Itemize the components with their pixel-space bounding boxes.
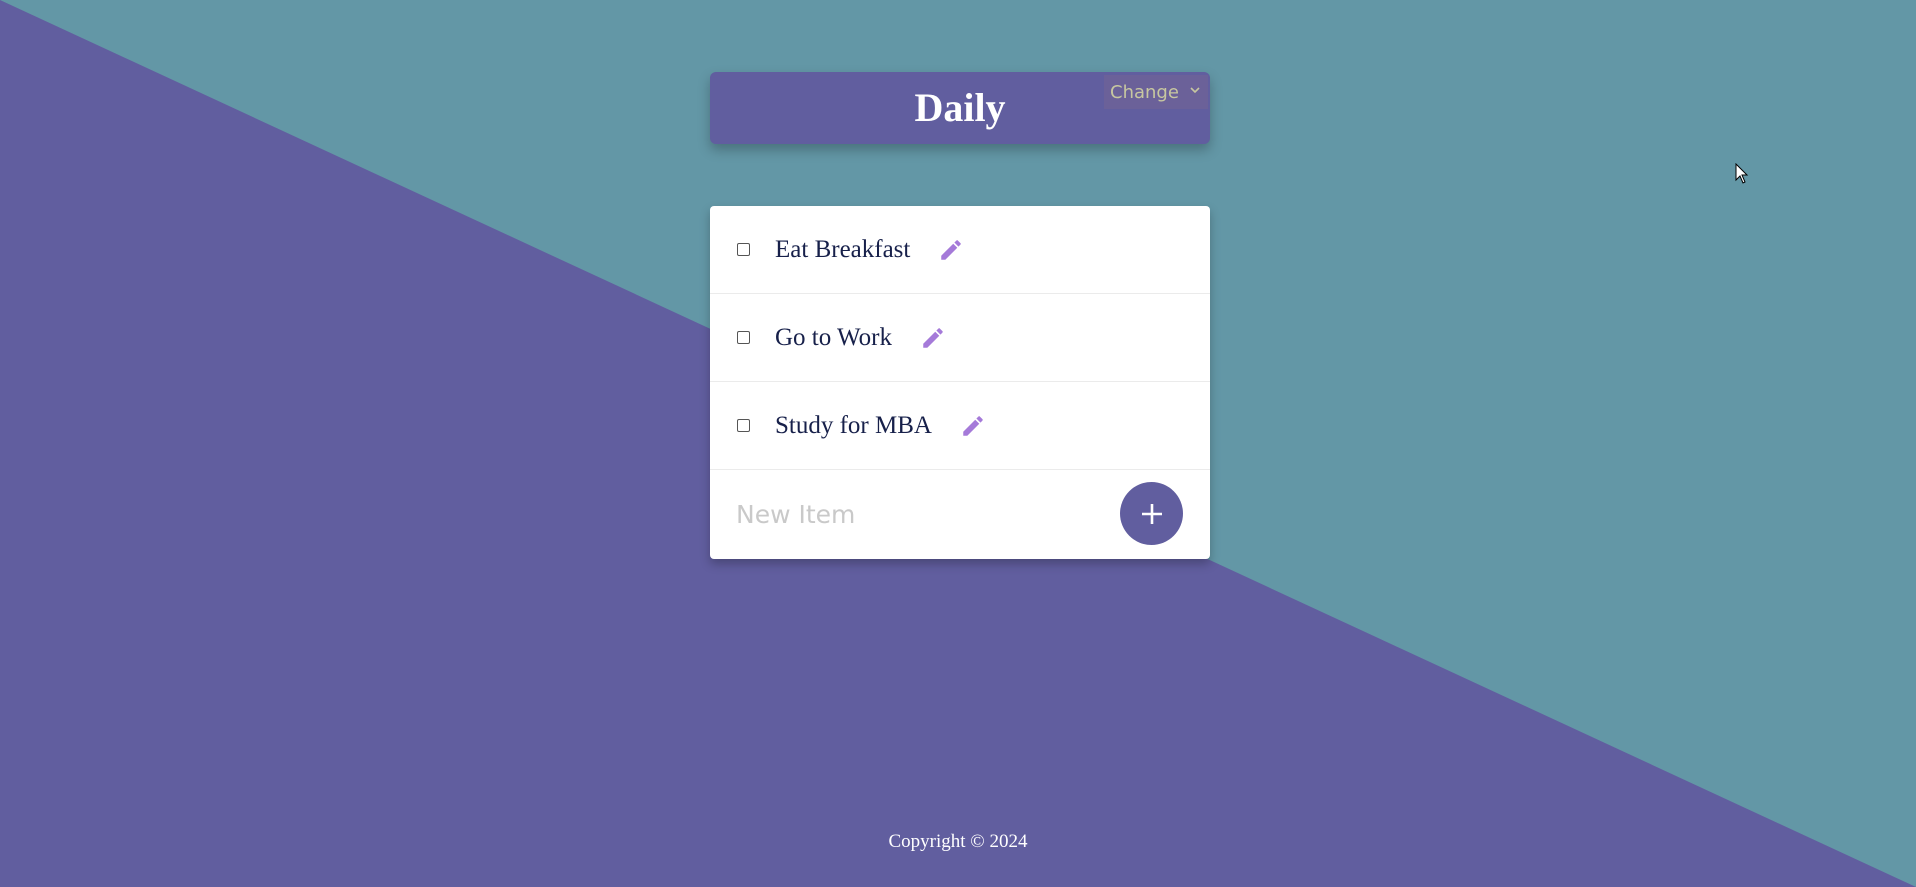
item-label: Go to Work: [775, 323, 892, 351]
plus-icon: [1141, 503, 1162, 524]
mouse-cursor-icon: [1735, 163, 1749, 184]
list-item: Go to Work: [710, 294, 1210, 382]
new-item-input[interactable]: [736, 499, 1096, 529]
page-title: Daily: [914, 85, 1006, 130]
add-item-button[interactable]: [1120, 482, 1183, 545]
pencil-icon[interactable]: [938, 237, 964, 263]
pencil-icon[interactable]: [920, 325, 946, 351]
todo-list: Eat Breakfast Go to Work Study for MBA: [710, 206, 1210, 559]
list-select-dropdown[interactable]: Change: [1104, 75, 1208, 109]
new-item-row: [710, 470, 1210, 558]
pencil-icon[interactable]: [960, 413, 986, 439]
item-checkbox[interactable]: [737, 331, 750, 344]
item-checkbox[interactable]: [737, 419, 750, 432]
footer-copyright: Copyright © 2024: [888, 831, 1028, 852]
item-label: Study for MBA: [775, 411, 932, 439]
list-header: Daily Change: [710, 72, 1210, 144]
list-item: Eat Breakfast: [710, 206, 1210, 294]
list-item: Study for MBA: [710, 382, 1210, 470]
chevron-down-icon: [1190, 87, 1200, 94]
list-select-value: Change: [1110, 81, 1179, 103]
item-checkbox[interactable]: [737, 243, 750, 256]
item-label: Eat Breakfast: [775, 235, 911, 263]
